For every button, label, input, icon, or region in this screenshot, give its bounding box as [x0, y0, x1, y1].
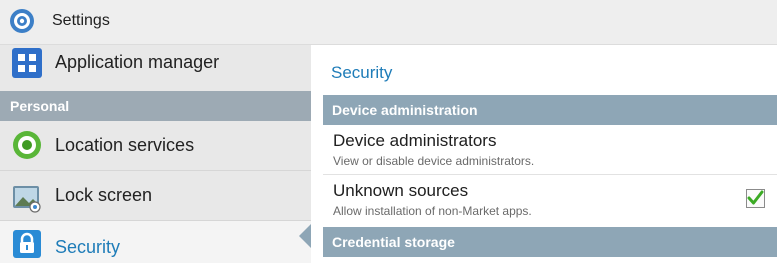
- app-title: Settings: [52, 12, 110, 29]
- unknown-sources-checkbox[interactable]: [746, 189, 765, 208]
- settings-gear-icon[interactable]: [9, 8, 35, 34]
- checkmark-icon: [747, 190, 764, 205]
- sidebar-item-label: Location services: [55, 135, 195, 155]
- selected-pointer: [299, 224, 311, 248]
- settings-category-list[interactable]: Application manager Personal Location se…: [0, 45, 311, 263]
- pane-title: Security: [331, 63, 393, 82]
- setting-description: Allow installation of non-Market apps.: [333, 204, 532, 218]
- sidebar-item-lock-screen[interactable]: Lock screen: [0, 171, 311, 221]
- sidebar-item-location-services[interactable]: Location services: [0, 121, 311, 171]
- setting-row-device-administrators[interactable]: Device administrators View or disable de…: [323, 125, 777, 175]
- grid-apps-icon: [12, 48, 42, 78]
- section-header-credential-storage: Credential storage: [323, 227, 777, 257]
- sidebar-item-application-manager[interactable]: Application manager: [0, 45, 311, 92]
- padlock-icon: [13, 230, 41, 258]
- security-settings-pane: Security Device administration Device ad…: [311, 45, 777, 263]
- section-header-personal: Personal: [0, 91, 311, 121]
- sidebar-item-label: Application manager: [55, 52, 220, 72]
- title-bar: Settings: [0, 0, 777, 45]
- sidebar-item-label: Security: [55, 237, 121, 257]
- setting-description: View or disable device administrators.: [333, 154, 535, 168]
- sidebar-item-security[interactable]: Security: [0, 221, 311, 263]
- lock-screen-image-icon: [13, 186, 41, 213]
- section-header-device-administration: Device administration: [323, 95, 777, 125]
- setting-row-unknown-sources[interactable]: Unknown sources Allow installation of no…: [323, 175, 777, 224]
- sidebar-item-label: Lock screen: [55, 185, 153, 205]
- setting-title: Device administrators: [333, 131, 497, 150]
- setting-title: Unknown sources: [333, 181, 469, 200]
- location-target-icon: [13, 131, 41, 159]
